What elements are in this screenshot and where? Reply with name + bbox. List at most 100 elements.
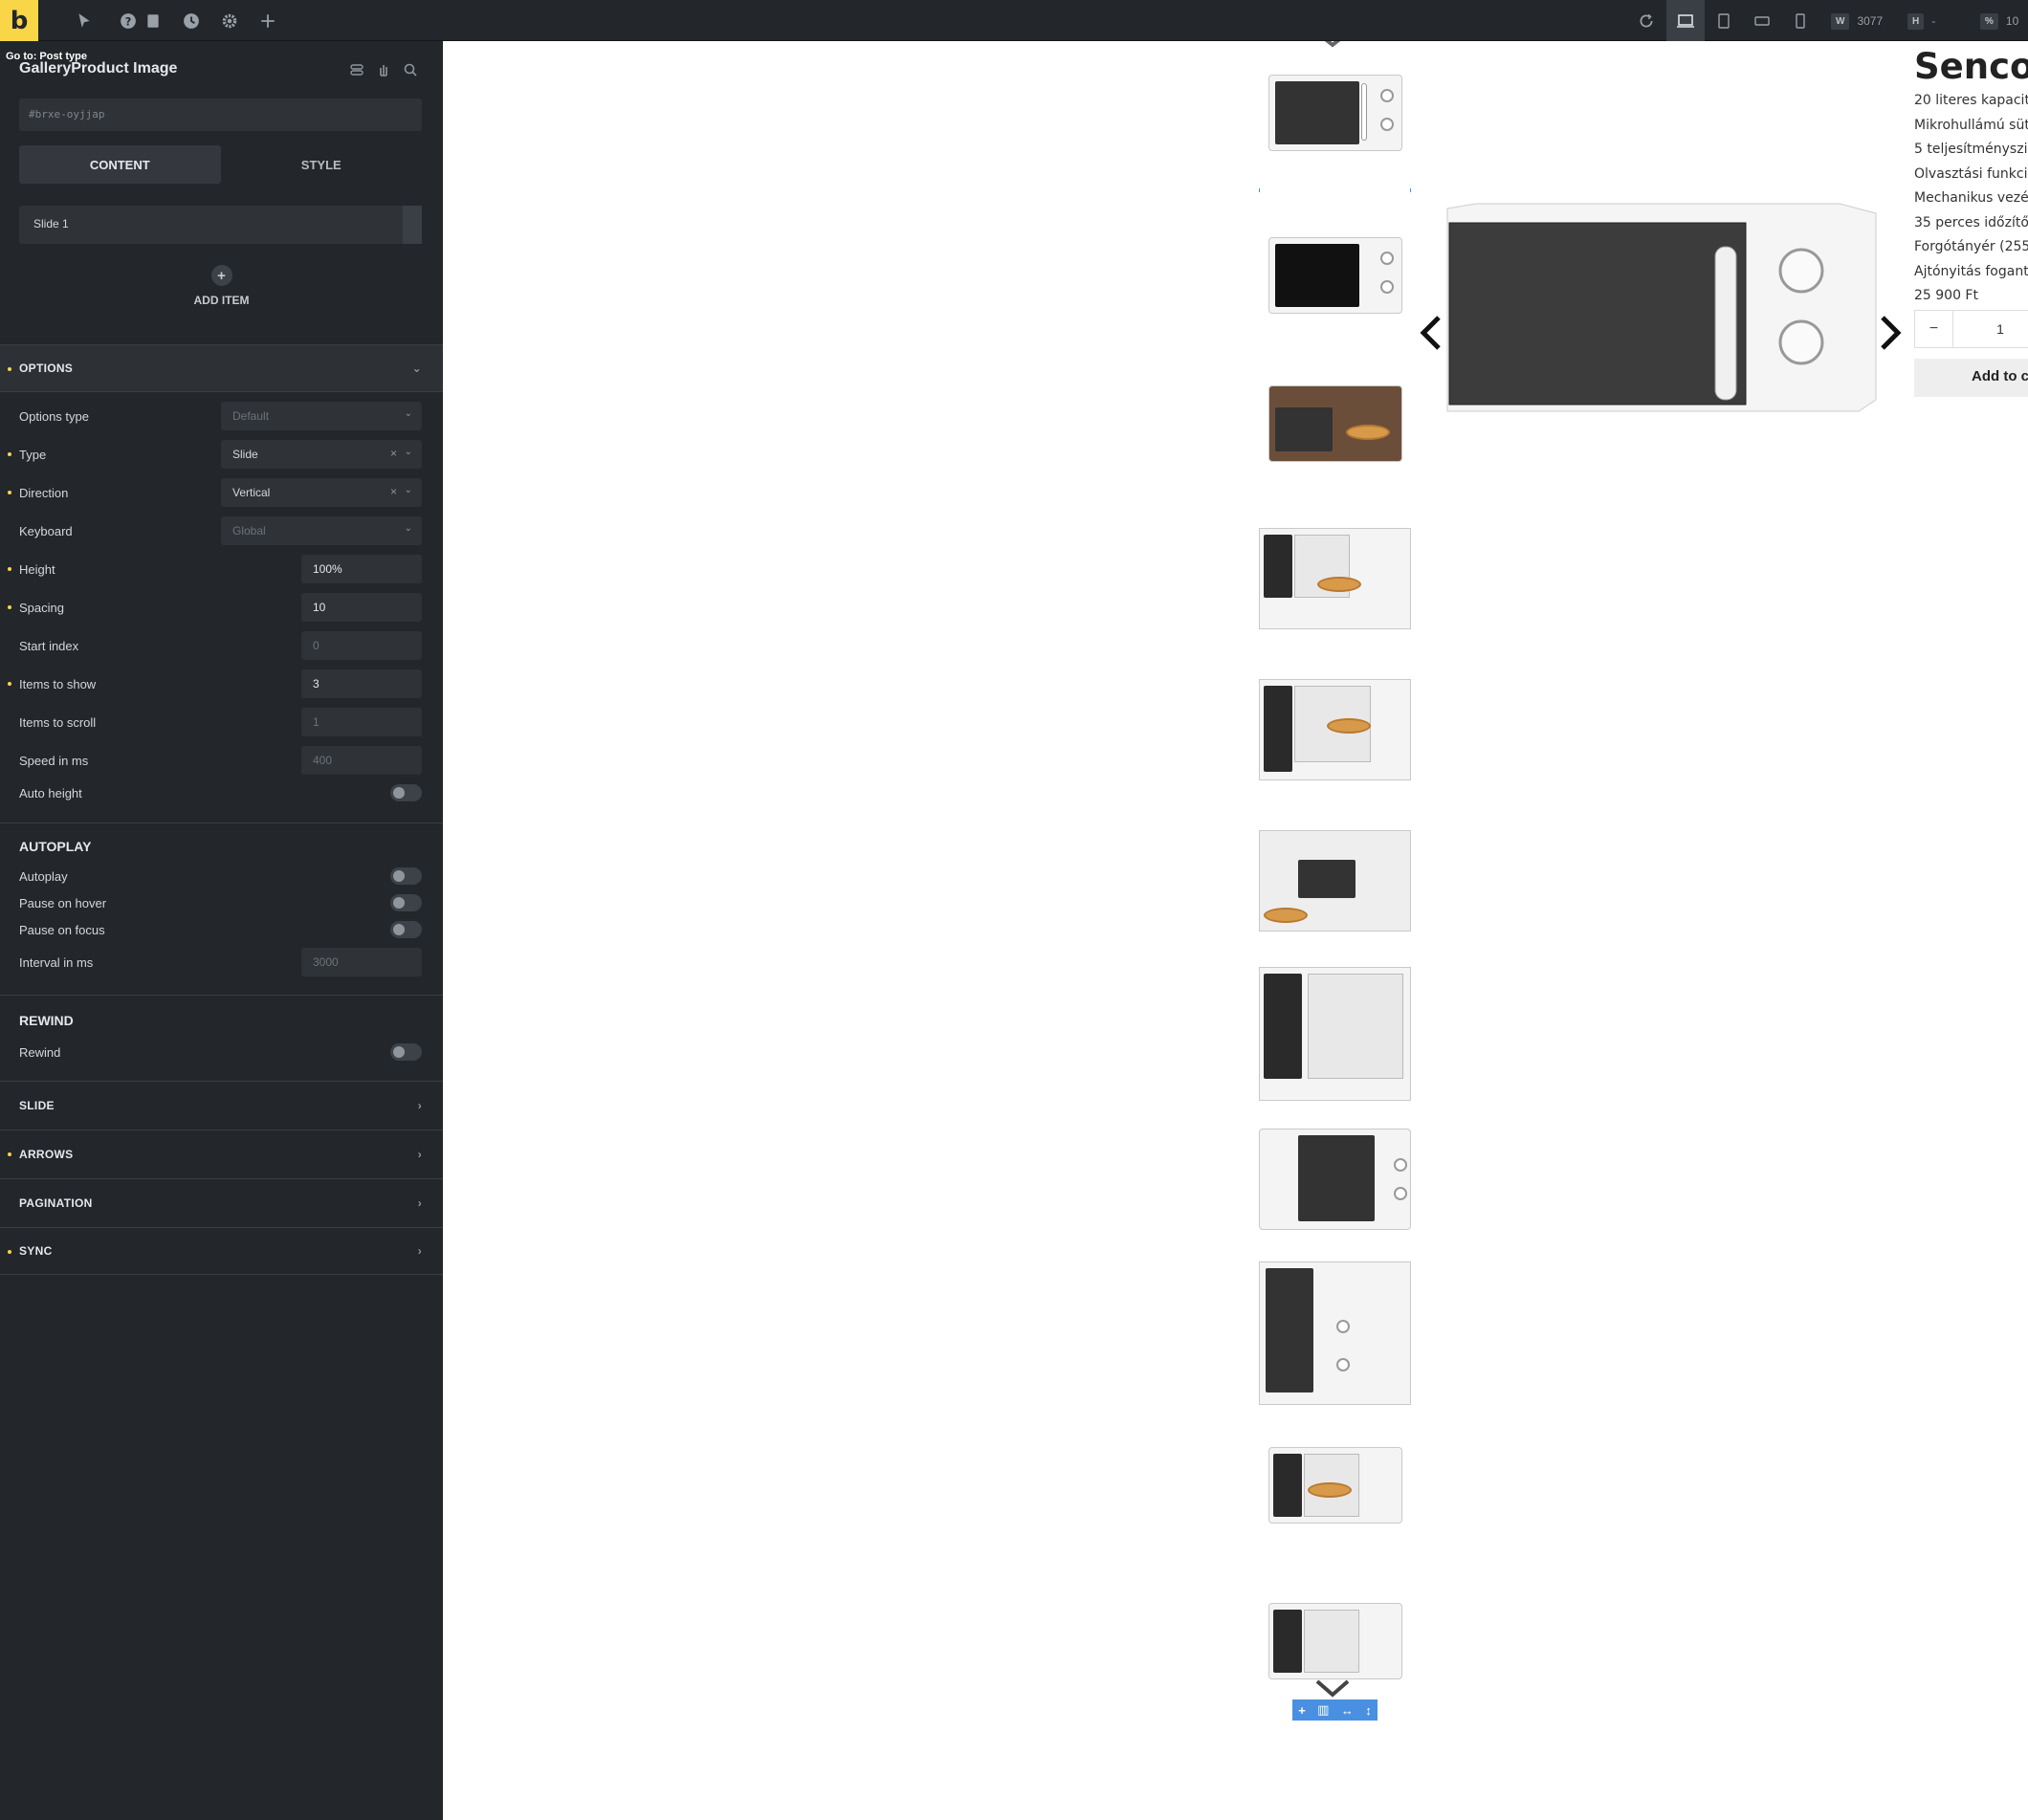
zoom-value[interactable]: 10 [2006,14,2018,28]
option-options-type: Options type Default ⌄ [0,400,443,432]
pause-focus-toggle[interactable] [390,921,422,938]
items-to-show-input[interactable]: 3 [301,669,422,698]
builder-toolbar: b ? W 3077 H- % 10 [0,0,2028,41]
desktop-breakpoint-icon[interactable] [1666,0,1705,41]
main-product-image[interactable] [1438,161,1883,419]
element-id-field[interactable]: #brxe-oyjjap [19,99,422,131]
product-feature: Mechanikus vezér [1914,190,2028,206]
auto-height-toggle[interactable] [390,784,422,801]
mobile-portrait-icon[interactable] [1781,0,1819,41]
modified-dot [8,605,11,609]
search-icon[interactable] [403,62,418,80]
canvas-width[interactable]: W 3077 [1831,11,1883,31]
pause-hover-toggle[interactable] [390,894,422,911]
height-value[interactable]: - [1931,14,1935,28]
refresh-icon[interactable] [1635,10,1658,33]
section-arrows-label: ARROWS [19,1147,74,1161]
interval-input[interactable]: 3000 [301,948,422,976]
drag-handle-icon[interactable] [403,206,422,244]
option-interval: Interval in ms 3000 [0,946,443,978]
clear-icon[interactable]: × [390,485,397,498]
height-input[interactable]: 100% [301,555,422,583]
gallery-thumbnail[interactable] [1259,1259,1411,1407]
keyboard-select[interactable]: Global ⌄ [221,516,422,545]
speed-input[interactable]: 400 [301,746,422,775]
type-select[interactable]: Slide × ⌄ [221,440,422,469]
svg-text:?: ? [125,16,132,29]
section-pagination[interactable]: PAGINATION › [0,1178,443,1226]
option-type: Type Slide × ⌄ [0,438,443,471]
chevron-down-icon[interactable] [1304,1677,1361,1700]
rewind-toggle[interactable] [390,1043,422,1061]
product-feature: 35 perces időzítő [1914,215,2028,230]
gallery-thumbnail[interactable] [1259,1428,1411,1543]
gallery-thumbnail[interactable] [1259,60,1411,165]
gallery-thumbnail[interactable] [1259,828,1411,933]
settings-gear-icon[interactable] [218,10,241,33]
product-title: Sencor [1914,46,2028,87]
horizontal-spacing-icon[interactable]: ↔ [1341,1703,1354,1718]
chevron-right-icon: › [417,1195,422,1210]
modified-dot [8,567,11,571]
columns-icon[interactable]: ▥ [1317,1702,1329,1718]
pages-icon[interactable] [142,10,165,33]
mobile-landscape-icon[interactable] [1743,0,1781,41]
vertical-spacing-icon[interactable]: ↕ [1365,1703,1372,1718]
add-icon[interactable] [256,10,279,33]
section-arrows[interactable]: ARROWS › [0,1129,443,1177]
option-direction: Direction Vertical × ⌄ [0,476,443,509]
gallery-thumbnail[interactable] [1259,677,1411,782]
width-value[interactable]: 3077 [1857,14,1883,28]
add-to-cart-button[interactable]: Add to c [1914,359,2028,397]
chevron-right-icon[interactable] [1871,314,1909,352]
direction-select[interactable]: Vertical × ⌄ [221,478,422,507]
spacing-input[interactable]: 10 [301,593,422,622]
items-to-scroll-input[interactable]: 1 [301,708,422,736]
add-item-button[interactable]: + ADD ITEM [0,265,443,307]
quantity-minus-button[interactable]: − [1915,311,1953,347]
canvas-zoom[interactable]: % 10 [1980,11,2018,31]
option-height: Height 100% [0,553,443,585]
section-options-label: OPTIONS [19,362,74,375]
start-index-input[interactable]: 0 [301,631,422,660]
add-icon[interactable]: + [1298,1703,1306,1718]
gallery-thumbnail[interactable] [1259,223,1411,328]
repeater-item-slide[interactable]: Slide 1 [19,206,422,244]
plus-icon: + [210,265,232,286]
quantity-stepper[interactable]: − 1 [1914,310,2028,348]
section-pagination-label: PAGINATION [19,1195,93,1210]
section-options[interactable]: OPTIONS ⌄ [0,344,443,392]
history-icon[interactable] [180,10,203,33]
cursor-icon[interactable] [73,10,96,33]
clear-icon[interactable]: × [390,447,397,460]
section-slide-label: SLIDE [19,1098,55,1112]
section-slide[interactable]: SLIDE › [0,1081,443,1129]
modified-dot [8,452,11,456]
option-auto-height: Auto height [0,777,443,809]
tablet-portrait-icon[interactable] [1705,0,1743,41]
bricks-logo[interactable]: b [0,0,38,41]
divider [0,822,443,823]
quantity-input[interactable]: 1 [1953,311,2028,347]
close-x-icon[interactable] [1304,41,1361,58]
auto-height-label: Auto height [19,785,82,800]
autoplay-toggle[interactable] [390,867,422,885]
pause-hover-label: Pause on hover [19,895,107,910]
chevron-down-icon: ⌄ [411,362,422,375]
builder-canvas[interactable]: + ▥ ↔ ↕ Sencor 20 literes kapacitá Mikro… [443,41,2028,1820]
section-sync[interactable]: SYNC › [0,1227,443,1275]
gallery-thumbnail[interactable] [1259,1117,1411,1241]
chevron-right-icon: › [417,1098,422,1112]
tab-style[interactable]: STYLE [221,145,423,184]
tab-content[interactable]: CONTENT [19,145,221,184]
gallery-thumbnail[interactable] [1259,526,1411,631]
gallery-thumbnail[interactable] [1259,371,1411,476]
hand-icon[interactable] [376,62,391,80]
element-settings-panel: Go to: Post type GalleryProduct Image #b… [0,41,443,1820]
help-icon[interactable]: ? [117,10,140,33]
options-type-select[interactable]: Default ⌄ [221,402,422,430]
canvas-height[interactable]: H- [1907,11,1935,31]
toggle-icon[interactable] [349,62,364,80]
gallery-thumbnail[interactable] [1259,964,1411,1103]
product-feature: Ajtónyitás foganty [1914,264,2028,279]
